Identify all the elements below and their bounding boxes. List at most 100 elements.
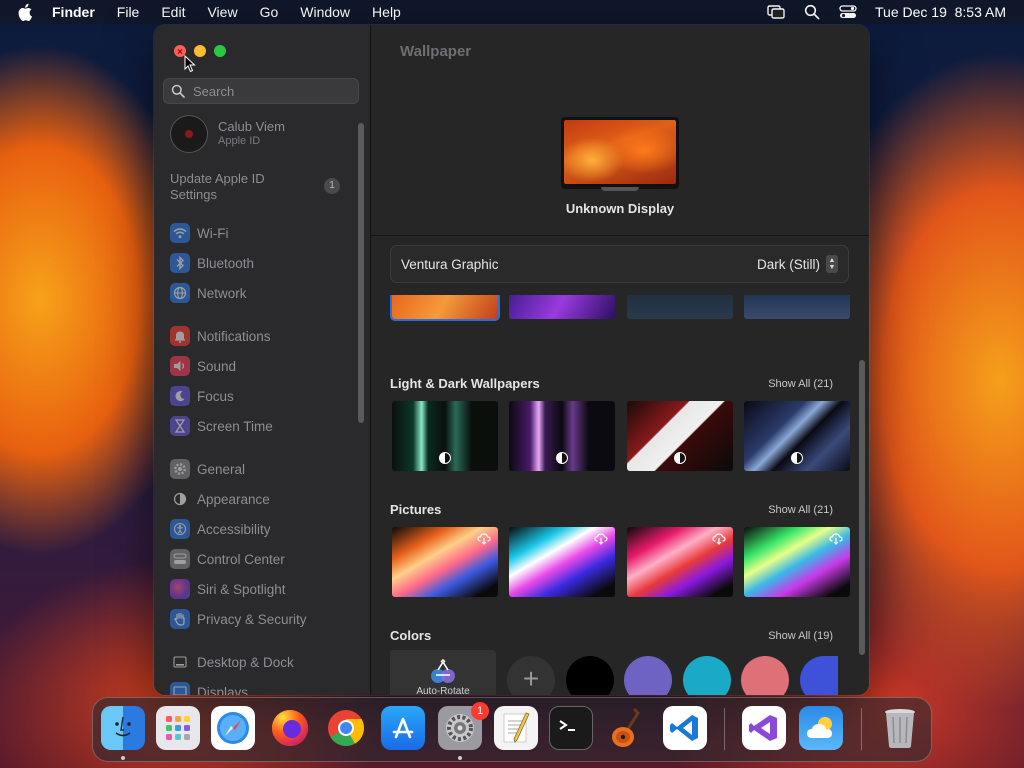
- menu-file[interactable]: File: [117, 4, 140, 20]
- sidebar-item-label: Control Center: [197, 551, 285, 567]
- globe-icon: [170, 283, 190, 303]
- menu-clock[interactable]: Tue Dec 19 8:53 AM: [875, 4, 1006, 20]
- show-all-light-dark-button[interactable]: Show All (21): [768, 378, 833, 390]
- apple-icon[interactable]: [18, 3, 36, 21]
- sidebar-item-wifi[interactable]: Wi-Fi: [170, 223, 228, 243]
- display-name: Unknown Display: [565, 201, 675, 216]
- menu-go[interactable]: Go: [260, 4, 279, 20]
- appearance-mode-select[interactable]: Dark (Still) ▲ ▼: [757, 255, 838, 273]
- search-icon: [171, 84, 185, 98]
- vscode-icon[interactable]: [663, 706, 707, 750]
- textedit-icon[interactable]: [494, 706, 538, 750]
- control-center-icon[interactable]: [839, 3, 857, 21]
- wallpaper-thumb-picture-2[interactable]: [509, 527, 615, 597]
- sidebar-item-general[interactable]: General: [170, 459, 245, 479]
- sidebar-item-label: Displays: [197, 684, 249, 696]
- menu-help[interactable]: Help: [372, 4, 401, 20]
- sidebar-item-label: Siri & Spotlight: [197, 581, 286, 597]
- wallpaper-picker[interactable]: Ventura Graphic Dark (Still) ▲ ▼: [390, 245, 849, 283]
- sidebar-item-sound[interactable]: Sound: [170, 356, 236, 376]
- chrome-icon[interactable]: [324, 706, 368, 750]
- terminal-icon[interactable]: [549, 706, 593, 750]
- hourglass-icon: [170, 416, 190, 436]
- gallery-scrollbar[interactable]: [859, 360, 865, 655]
- sidebar: Calub Viem Apple ID Update Apple ID Sett…: [154, 25, 371, 695]
- sidebar-item-label: Appearance: [197, 491, 270, 507]
- wallpaper-thumb-picture-4[interactable]: [744, 527, 850, 597]
- update-badge: 1: [324, 178, 340, 194]
- appearance-icon: [170, 489, 190, 509]
- wallpaper-thumb-earth-blue[interactable]: [744, 295, 850, 319]
- sidebar-search[interactable]: [163, 78, 359, 104]
- safari-icon[interactable]: [211, 706, 255, 750]
- finder-icon[interactable]: [101, 706, 145, 750]
- menu-app-name[interactable]: Finder: [52, 4, 95, 20]
- show-all-colors-button[interactable]: Show All (19): [768, 630, 833, 642]
- sidebar-list: Calub Viem Apple ID Update Apple ID Sett…: [154, 113, 359, 695]
- sidebar-item-siri-spotlight[interactable]: Siri & Spotlight: [170, 579, 286, 599]
- siri-icon: [170, 579, 190, 599]
- menu-edit[interactable]: Edit: [161, 4, 185, 20]
- app-store-icon[interactable]: [381, 706, 425, 750]
- color-swatch-black[interactable]: [566, 656, 614, 695]
- wallpaper-name: Ventura Graphic: [401, 256, 499, 272]
- color-swatch-pink[interactable]: [741, 656, 789, 695]
- system-settings-window: Calub Viem Apple ID Update Apple ID Sett…: [154, 25, 869, 695]
- trash-icon[interactable]: [878, 706, 922, 750]
- color-swatch-purple[interactable]: [624, 656, 672, 695]
- dock: 1: [92, 697, 932, 762]
- show-all-pictures-button[interactable]: Show All (21): [768, 504, 833, 516]
- wallpaper-thumb-macbook-purple[interactable]: [509, 401, 615, 471]
- wallpaper-thumb-macbook-green[interactable]: [392, 401, 498, 471]
- sidebar-item-label: Privacy & Security: [197, 611, 307, 627]
- wallpaper-thumb-picture-3[interactable]: [627, 527, 733, 597]
- apple-id-profile[interactable]: Calub Viem Apple ID: [170, 115, 285, 153]
- wallpaper-thumb-red-white[interactable]: [627, 401, 733, 471]
- add-color-button[interactable]: +: [507, 656, 555, 695]
- dock-icon: [170, 652, 190, 672]
- visual-studio-icon[interactable]: [742, 706, 786, 750]
- search-input[interactable]: [191, 82, 355, 100]
- sidebar-item-accessibility[interactable]: Accessibility: [170, 519, 271, 539]
- wallpaper-thumb-earth-night[interactable]: [627, 295, 733, 319]
- light-dark-badge-icon: [439, 452, 451, 464]
- sidebar-item-appearance[interactable]: Appearance: [170, 489, 270, 509]
- wallpaper-thumb-ventura-graphic[interactable]: [392, 295, 498, 319]
- wallpaper-thumb-blue-waves[interactable]: [744, 401, 850, 471]
- divider: [371, 235, 869, 236]
- wallpaper-thumb-picture-1[interactable]: [392, 527, 498, 597]
- menu-view[interactable]: View: [207, 4, 237, 20]
- screen-mirroring-icon[interactable]: [767, 3, 785, 21]
- sidebar-item-label: General: [197, 461, 246, 477]
- wallpaper-thumb-purple[interactable]: [509, 295, 615, 319]
- sidebar-item-focus[interactable]: Focus: [170, 386, 234, 406]
- sidebar-item-network[interactable]: Network: [170, 283, 247, 303]
- sidebar-scrollbar[interactable]: [358, 123, 364, 423]
- sidebar-item-bluetooth[interactable]: Bluetooth: [170, 253, 254, 273]
- sidebar-item-desktop-dock[interactable]: Desktop & Dock: [170, 652, 294, 672]
- sidebar-item-label: Sound: [197, 358, 237, 374]
- zoom-window-button[interactable]: [214, 45, 226, 57]
- garageband-icon[interactable]: [606, 706, 650, 750]
- weather-icon[interactable]: [799, 706, 843, 750]
- firefox-icon[interactable]: [268, 706, 312, 750]
- display-icon: [170, 682, 190, 695]
- sidebar-item-control-center[interactable]: Control Center: [170, 549, 285, 569]
- launchpad-icon[interactable]: [156, 706, 200, 750]
- color-swatch-teal[interactable]: [683, 656, 731, 695]
- auto-rotate-color-button[interactable]: Auto-Rotate: [390, 650, 496, 695]
- color-swatch-blue[interactable]: [800, 656, 838, 695]
- system-settings-icon[interactable]: 1: [438, 702, 489, 750]
- appearance-mode-value: Dark (Still): [757, 256, 820, 272]
- spotlight-search-icon[interactable]: [803, 3, 821, 21]
- sidebar-item-screen-time[interactable]: Screen Time: [170, 416, 273, 436]
- sidebar-item-displays[interactable]: Displays: [170, 682, 248, 695]
- menu-window[interactable]: Window: [300, 4, 350, 20]
- page-title: Wallpaper: [400, 43, 472, 60]
- sidebar-item-privacy-security[interactable]: Privacy & Security: [170, 609, 307, 629]
- cloud-download-icon: [829, 533, 843, 545]
- section-title-light-dark: Light & Dark Wallpapers: [390, 376, 540, 391]
- sidebar-item-label: Desktop & Dock: [197, 654, 294, 670]
- sidebar-item-notifications[interactable]: Notifications: [170, 326, 271, 346]
- update-apple-id-item[interactable]: Update Apple ID Settings 1: [170, 171, 350, 203]
